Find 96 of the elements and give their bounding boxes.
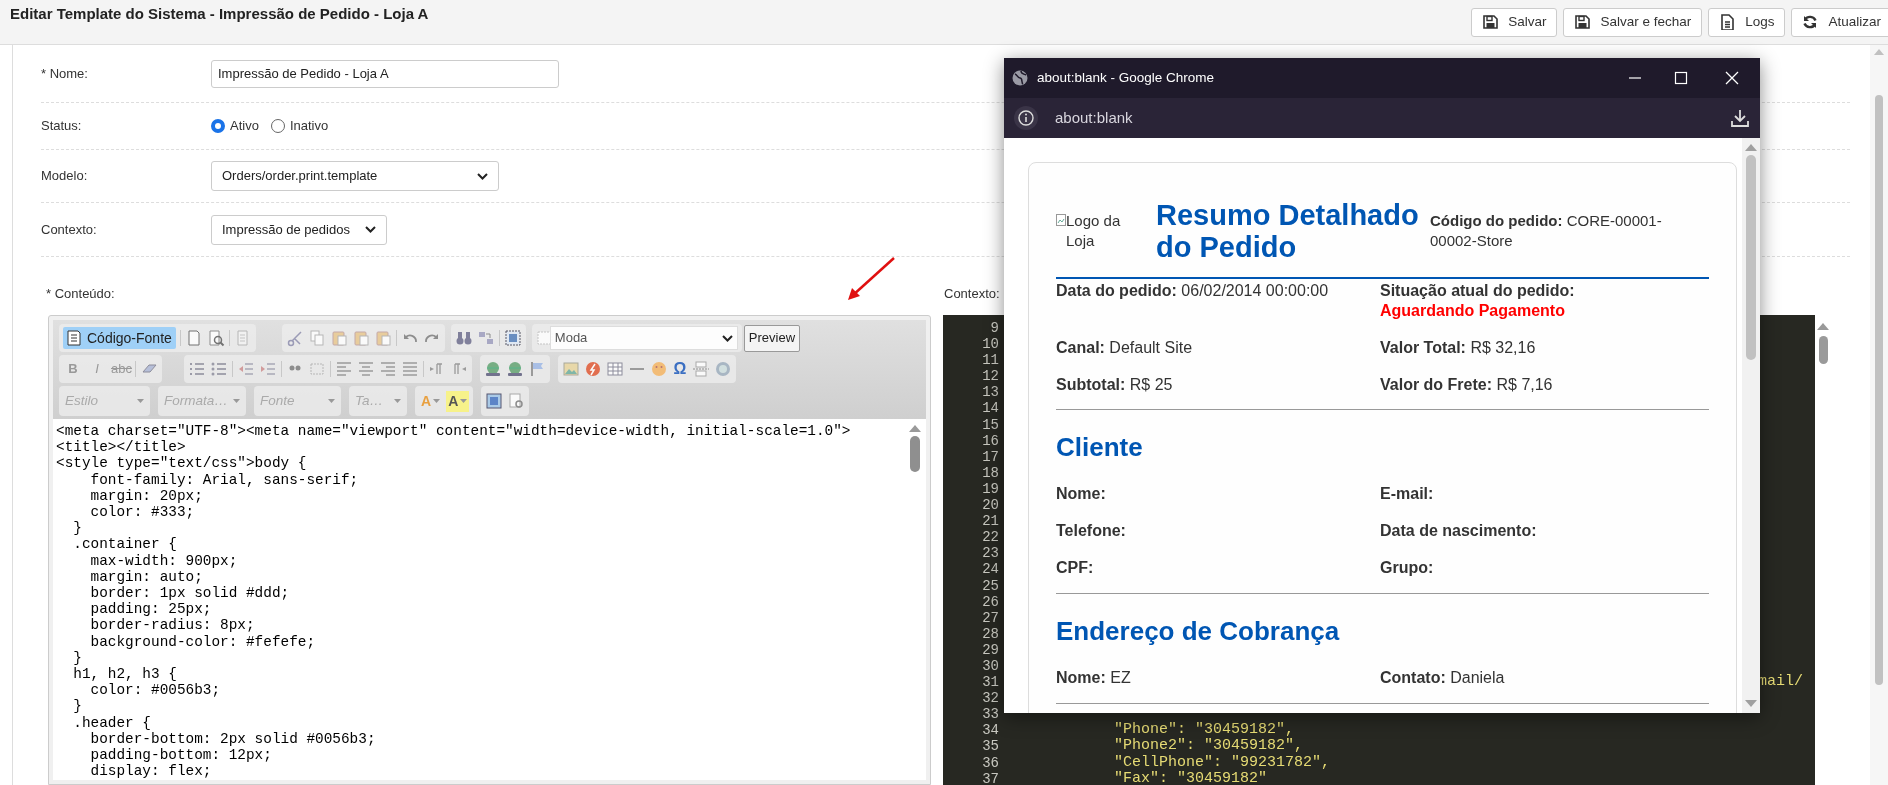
code-line: } <box>72 698 83 715</box>
line-number: 35 <box>981 738 999 755</box>
code-line: } <box>72 649 83 667</box>
radio-label: Inativo <box>289 117 329 136</box>
code-line: display: flex; <box>89 763 213 780</box>
window-title: about:blank - Google Chrome <box>1037 68 1216 87</box>
code-line: "Fax": "30459182" <box>1113 770 1268 785</box>
field-text: Telefone: <box>1056 521 1127 541</box>
line-number: 17 <box>981 448 999 465</box>
line-number: 28 <box>981 625 999 642</box>
field-text: Situação atual do pedido: Aguardando Pagamento <box>1380 281 1576 321</box>
section-heading: Cliente <box>1056 432 1144 462</box>
line-number: 34 <box>981 722 999 739</box>
line-number: 20 <box>981 497 999 514</box>
code-line: <meta charset="UTF-8"><meta name="viewport" content="width=device-width, initial-scale=1.0"> <box>56 423 852 440</box>
field-text: Data de nascimento: <box>1380 521 1538 541</box>
code-line: "CellPhone": "99231782", <box>1113 754 1331 771</box>
line-number: 26 <box>981 593 999 610</box>
toolbar-button[interactable]: Salvar <box>1471 7 1558 37</box>
tooltip: Preview <box>743 324 801 352</box>
source-button[interactable]: Código-Fonte <box>63 327 176 349</box>
code-line: padding: 25px; <box>89 601 213 618</box>
code-line: .header { <box>72 714 152 731</box>
line-number: 31 <box>981 674 999 691</box>
toolbar-button[interactable]: Salvar e fechar <box>1563 7 1703 37</box>
field-text: Valor Total: R$ 32,16 <box>1380 338 1537 358</box>
code-line: h1, h2, h3 { <box>72 666 178 683</box>
line-number: 24 <box>981 561 999 578</box>
code-line: border: 1px solid #ddd; <box>89 585 291 602</box>
dropdown[interactable]: Orders/order.print.template <box>211 161 499 191</box>
line-number: 32 <box>981 690 999 707</box>
field-text: CPF: <box>1056 558 1095 578</box>
code-line: color: #0056b3; <box>89 682 222 699</box>
code-line: border-radius: 8px; <box>89 617 256 634</box>
line-number: 27 <box>981 609 999 626</box>
field-text: Subtotal: R$ 25 <box>1056 375 1174 395</box>
code-line: margin: auto; <box>89 568 204 586</box>
line-number: 14 <box>981 400 999 417</box>
code-line: } <box>72 520 83 537</box>
code-line: "Phone2": "30459182", <box>1113 738 1304 755</box>
code-line: background-color: #fefefe; <box>89 633 317 650</box>
line-number: 12 <box>981 368 999 385</box>
line-number: 10 <box>981 336 999 353</box>
line-number: 11 <box>981 352 999 369</box>
code-line: <title></title> <box>56 439 187 456</box>
field-label: * Conteúdo: <box>46 284 115 303</box>
line-number: 16 <box>981 432 999 449</box>
special-character-button[interactable]: Ω <box>672 357 688 381</box>
field-label: Status: <box>41 117 83 136</box>
radio-label: Ativo <box>230 117 259 136</box>
code-line: color: #333; <box>89 504 196 521</box>
field-label: Contexto: <box>41 220 98 239</box>
code-line: "Phone": "30459182", <box>1113 722 1295 739</box>
line-number: 25 <box>981 577 999 594</box>
document-heading: Resumo Detalhado do Pedido <box>1156 199 1420 263</box>
text-input[interactable]: Impressão de Pedido - Loja A <box>211 59 559 88</box>
field-text: Contato: Daniela <box>1380 668 1506 688</box>
toolbar-button[interactable]: Logs <box>1708 7 1786 37</box>
line-number: 37 <box>981 770 999 785</box>
field-label: Contexto: <box>944 284 1000 303</box>
dropdown[interactable]: Moda <box>549 326 738 350</box>
field-label: * Nome: <box>41 64 89 83</box>
line-number: 15 <box>981 416 999 433</box>
field-label: Modelo: <box>41 167 89 186</box>
code-line: font-family: Arial, sans-serif; <box>89 471 360 488</box>
line-number: 36 <box>981 754 999 771</box>
field-text: Canal: Default Site <box>1056 338 1194 358</box>
order-code: Código do pedido: CORE-00001-00002-Store <box>1430 211 1663 251</box>
color-button[interactable]: A <box>446 390 470 412</box>
line-number: 29 <box>981 641 999 658</box>
field-text: Nome: <box>1056 484 1107 504</box>
line-number: 18 <box>981 464 999 481</box>
field-text: Grupo: <box>1380 558 1435 578</box>
field-text: Nome: EZ <box>1056 668 1132 688</box>
section-heading: Endereço de Cobrança <box>1056 616 1341 646</box>
line-number: 21 <box>981 513 999 530</box>
code-line: .container { <box>72 536 178 553</box>
code-line: <style type="text/css">body { <box>56 455 308 472</box>
line-number: 33 <box>981 706 999 723</box>
code-line: max-width: 900px; <box>89 552 239 569</box>
field-text: E-mail: <box>1380 484 1435 504</box>
line-number: 19 <box>981 480 999 498</box>
line-number: 22 <box>981 529 999 546</box>
dropdown[interactable]: Impressão de pedidos <box>211 214 387 245</box>
code-line: border-bottom: 2px solid #0056b3; <box>89 730 377 748</box>
line-number: 23 <box>981 545 999 562</box>
toolbar-button[interactable]: Atualizar <box>1791 7 1888 37</box>
line-number: 9 <box>989 320 999 337</box>
code-line: padding-bottom: 12px; <box>89 747 273 764</box>
line-number: 30 <box>981 657 999 675</box>
field-text: Data do pedido: 06/02/2014 00:00:00 <box>1056 281 1330 301</box>
field-text: Valor do Frete: R$ 7,16 <box>1380 375 1554 395</box>
image-alt-text: Logo da Loja <box>1066 211 1122 251</box>
page-title: Editar Template do Sistema - Impressão de Pedido - Loja A <box>10 3 429 24</box>
code-line: margin: 20px; <box>89 487 204 504</box>
line-number: 13 <box>981 384 999 401</box>
